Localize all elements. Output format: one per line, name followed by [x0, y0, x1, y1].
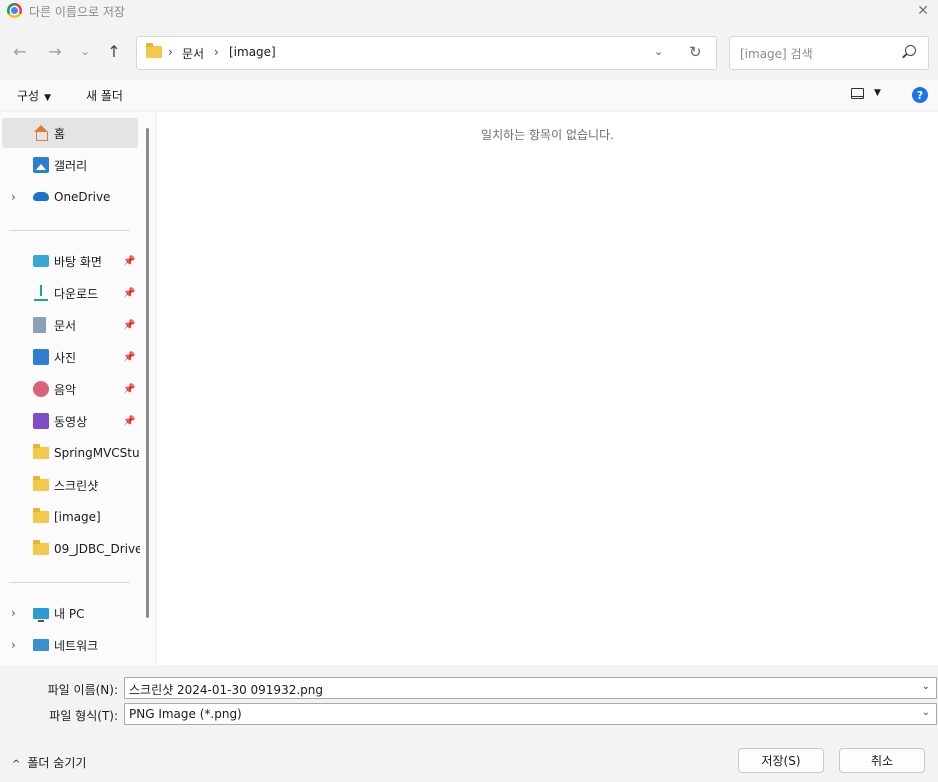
desktop-icon: [33, 255, 49, 267]
folder-icon: [33, 444, 49, 459]
folder-icon: [33, 508, 49, 523]
organize-label: 구성: [17, 89, 40, 103]
hide-folders-button[interactable]: ^ 폴더 숨기기: [12, 754, 86, 771]
title-bar: 다른 이름으로 저장 ✕: [0, 0, 938, 22]
sidebar-item-desktop[interactable]: 바탕 화면 📌: [2, 246, 138, 276]
recent-locations-button[interactable]: ⌄: [74, 40, 96, 62]
sidebar-item-label: 네트워크: [54, 638, 99, 653]
view-options-icon[interactable]: [851, 88, 864, 99]
sidebar-divider: [9, 230, 130, 231]
address-dropdown-icon[interactable]: ⌄: [654, 45, 663, 58]
expand-chevron-icon[interactable]: ›: [11, 606, 16, 620]
filetype-value: PNG Image (*.png): [129, 707, 242, 721]
sidebar-item-folder[interactable]: SpringMVCStudy: [2, 438, 140, 468]
sidebar-item-home[interactable]: 홈: [2, 118, 138, 148]
close-icon[interactable]: ✕: [912, 0, 934, 22]
navigation-pane: 홈 갤러리 › OneDrive 바탕 화면 📌 다운로드 📌 문서 📌 사진 …: [0, 112, 155, 665]
sidebar-item-label: OneDrive: [54, 190, 111, 204]
empty-message: 일치하는 항목이 없습니다.: [481, 128, 614, 142]
caret-down-icon: ▼: [44, 93, 52, 103]
breadcrumb-separator: ›: [214, 45, 219, 59]
onedrive-icon: [33, 192, 49, 201]
filename-dropdown-icon[interactable]: ⌄: [922, 681, 930, 692]
pin-icon[interactable]: 📌: [123, 416, 135, 427]
sidebar-item-label: 09_JDBC_Driver: [54, 542, 140, 556]
filetype-select[interactable]: PNG Image (*.png) ⌄: [124, 703, 937, 725]
documents-icon: [33, 317, 46, 333]
forward-button[interactable]: →: [44, 40, 66, 62]
sidebar-item-folder[interactable]: [image]: [2, 502, 138, 532]
file-list-pane[interactable]: 일치하는 항목이 없습니다.: [157, 112, 938, 665]
back-button[interactable]: ←: [9, 40, 31, 62]
save-form: 파일 이름(N): 스크린샷 2024-01-30 091932.png ⌄ 파…: [0, 667, 938, 729]
pin-icon[interactable]: 📌: [123, 352, 135, 363]
view-caret-icon[interactable]: ▼: [874, 88, 881, 98]
pictures-icon: [33, 349, 49, 365]
filetype-dropdown-icon[interactable]: ⌄: [922, 707, 930, 718]
cancel-button[interactable]: 취소: [839, 748, 925, 773]
save-button[interactable]: 저장(S): [738, 748, 824, 773]
network-icon: [33, 639, 49, 651]
sidebar-item-label: [image]: [54, 510, 101, 524]
filename-field[interactable]: 스크린샷 2024-01-30 091932.png ⌄: [124, 677, 937, 699]
sidebar-item-label: 갤러리: [54, 158, 88, 173]
home-icon: [33, 125, 49, 141]
sidebar-item-downloads[interactable]: 다운로드 📌: [2, 278, 138, 308]
command-bar: 구성 ▼ 새 폴더 ▼ ?: [0, 80, 938, 110]
sidebar-item-label: 스크린샷: [54, 478, 99, 493]
breadcrumb-separator: ›: [168, 45, 173, 59]
filename-label: 파일 이름(N):: [47, 683, 118, 697]
breadcrumb-documents[interactable]: 문서: [182, 45, 204, 62]
sidebar-item-this-pc[interactable]: › 내 PC: [2, 598, 138, 628]
folder-icon: [33, 476, 49, 491]
address-bar[interactable]: › 문서 › [image] ⌄ ↻: [136, 36, 717, 70]
refresh-icon[interactable]: ↻: [689, 43, 702, 61]
navigation-row: ← → ⌄ ↑ › 문서 › [image] ⌄ ↻ [image] 검색: [0, 26, 938, 78]
hide-folders-label: 폴더 숨기기: [27, 756, 87, 770]
search-box[interactable]: [image] 검색: [729, 36, 929, 70]
music-icon: [33, 381, 49, 397]
sidebar-item-videos[interactable]: 동영상 📌: [2, 406, 138, 436]
search-icon[interactable]: [905, 45, 916, 56]
search-placeholder: [image] 검색: [740, 47, 813, 61]
gallery-icon: [33, 157, 49, 173]
sidebar-item-network[interactable]: › 네트워크: [2, 630, 138, 660]
organize-button[interactable]: 구성 ▼: [17, 87, 51, 104]
videos-icon: [33, 413, 49, 429]
sidebar-divider: [9, 582, 130, 583]
help-icon[interactable]: ?: [912, 87, 928, 103]
pin-icon[interactable]: 📌: [123, 320, 135, 331]
pc-icon: [33, 607, 49, 622]
sidebar-item-gallery[interactable]: 갤러리: [2, 150, 138, 180]
pin-icon[interactable]: 📌: [123, 256, 135, 267]
new-folder-button[interactable]: 새 폴더: [86, 87, 123, 104]
pin-icon[interactable]: 📌: [123, 384, 135, 395]
expand-chevron-icon[interactable]: ›: [11, 190, 16, 204]
folder-icon: [33, 540, 49, 555]
sidebar-item-folder[interactable]: 스크린샷: [2, 470, 138, 500]
filetype-label: 파일 형식(T):: [49, 709, 118, 723]
sidebar-item-documents[interactable]: 문서 📌: [2, 310, 138, 340]
pin-icon[interactable]: 📌: [123, 288, 135, 299]
download-icon: [33, 285, 49, 301]
sidebar-item-folder[interactable]: 09_JDBC_Driver: [2, 534, 140, 564]
sidebar-item-label: SpringMVCStudy: [54, 446, 140, 460]
sidebar-scrollbar[interactable]: [146, 128, 149, 618]
sidebar-item-label: 내 PC: [54, 606, 85, 621]
breadcrumb-image[interactable]: [image]: [229, 45, 276, 59]
sidebar-item-pictures[interactable]: 사진 📌: [2, 342, 138, 372]
dialog-footer: ^ 폴더 숨기기 저장(S) 취소: [0, 730, 938, 782]
sidebar-item-label: 홈: [54, 126, 66, 141]
chrome-icon: [7, 3, 22, 18]
sidebar-item-onedrive[interactable]: › OneDrive: [2, 182, 138, 212]
filename-value: 스크린샷 2024-01-30 091932.png: [129, 683, 323, 697]
expand-chevron-icon[interactable]: ›: [11, 638, 16, 652]
window-title: 다른 이름으로 저장: [29, 5, 125, 19]
caret-up-icon: ^: [12, 759, 21, 770]
folder-icon: [146, 43, 162, 58]
sidebar-item-music[interactable]: 음악 📌: [2, 374, 138, 404]
up-button[interactable]: ↑: [103, 40, 125, 62]
